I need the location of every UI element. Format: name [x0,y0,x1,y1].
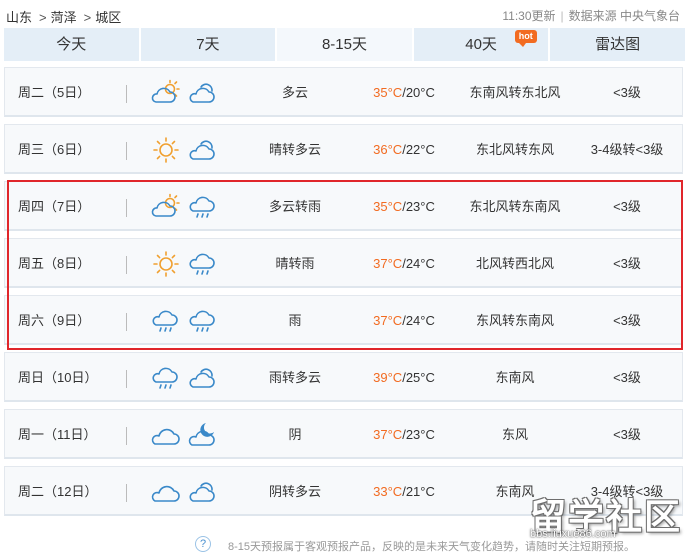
day-label: 周三（6日） [18,142,91,157]
weather-desc: 多云 [281,85,308,100]
weather-desc: 雨转多云 [268,370,321,385]
cloudy-night-icon [189,140,215,160]
breadcrumb-province[interactable]: 山东 [6,10,32,25]
rain-icon [152,367,178,389]
day-label: 周日（10日） [18,370,98,385]
data-source: 数据来源 中央气象台 [568,9,680,23]
tab-40-days[interactable]: 40天 hot [413,28,551,61]
high-temp: 33°C [373,484,403,499]
temperature: 33°C/21°C [373,484,435,499]
tab-today[interactable]: 今天 [4,28,141,61]
wind-level: <3级 [613,85,641,100]
breadcrumb-separator: > [39,10,47,25]
update-info: 11:30更新 | 数据来源 中央气象台 [502,7,680,24]
row-divider [126,85,127,103]
top-bar: 山东 > 菏泽 > 城区 11:30更新 | 数据来源 中央气象台 [0,0,694,28]
breadcrumb-district[interactable]: 城区 [95,10,121,25]
high-temp: 39°C [373,370,403,385]
day-label: 周二（12日） [18,484,98,499]
wind-direction: 东南风 [495,370,535,385]
meta-divider: | [560,9,564,23]
forecast-row: 周日（10日） 雨转多云 39°C/25°C 东南风 <3级 [4,352,683,402]
forecast-row: 周一（11日） 阴 37°C/23°C 东风 <3级 [4,409,683,459]
moon-cloud-icon [188,423,215,446]
watermark: 留学社区 bbs.liuxue86.com [530,488,690,544]
low-temp: 20°C [405,85,435,100]
low-temp: 25°C [405,370,435,385]
partly-cloudy-icon [151,79,180,103]
sun-icon [153,137,179,163]
cloudy-night-icon [189,482,215,502]
low-temp: 23°C [405,427,435,442]
weather-desc: 阴转多云 [268,484,321,499]
tab-label: 8-15天 [321,36,367,53]
forecast-tabs: 今天 7天 8-15天 40天 hot 雷达图 [4,28,685,61]
wind-direction: 东南风转东北风 [469,85,561,100]
highlight-box [7,180,683,350]
breadcrumb: 山东 > 菏泽 > 城区 [6,7,124,26]
temperature: 36°C/22°C [373,142,435,157]
help-icon[interactable]: ? [195,536,211,552]
low-temp: 22°C [405,142,435,157]
tab-7-days[interactable]: 7天 [140,28,278,61]
day-label: 周一（11日） [18,427,97,442]
temperature: 39°C/25°C [373,370,435,385]
temperature: 37°C/23°C [373,427,435,442]
breadcrumb-city[interactable]: 菏泽 [51,10,77,25]
overcast-icon [151,428,180,445]
row-divider [126,427,127,445]
forecast-row: 周二（5日） 多云 35°C/20°C 东南风转东北风 <3级 [4,67,683,117]
tab-label: 7天 [196,36,220,53]
tab-label: 40天 [465,36,497,53]
cloudy-night-icon [189,83,215,103]
wind-level: <3级 [613,370,641,385]
row-divider [126,484,127,502]
wind-direction: 东北风转东风 [475,142,554,157]
day-label: 周二（5日） [18,85,91,100]
update-time: 11:30更新 [502,9,556,23]
forecast-row: 周三（6日） 晴转多云 36°C/22°C 东北风转东风 3-4级转<3级 [4,124,683,174]
hot-badge: hot [514,30,537,47]
row-divider [126,370,127,388]
tab-8-15-days[interactable]: 8-15天 [277,28,414,61]
high-temp: 35°C [373,85,403,100]
wind-direction: 东风 [501,427,528,442]
high-temp: 36°C [373,142,403,157]
temperature: 35°C/20°C [373,85,435,100]
high-temp: 37°C [373,427,403,442]
overcast-icon [151,485,180,502]
breadcrumb-separator: > [83,10,92,25]
weather-desc: 阴 [288,427,302,442]
watermark-url: bbs.liuxue86.com [530,528,616,540]
tab-label: 今天 [56,36,87,53]
wind-level: <3级 [613,427,641,442]
tab-radar[interactable]: 雷达图 [550,28,685,61]
low-temp: 21°C [405,484,435,499]
row-divider [126,142,127,160]
cloudy-night-icon [189,368,215,388]
weather-desc: 晴转多云 [268,142,321,157]
wind-level: 3-4级转<3级 [590,142,664,157]
tab-label: 雷达图 [595,36,641,53]
